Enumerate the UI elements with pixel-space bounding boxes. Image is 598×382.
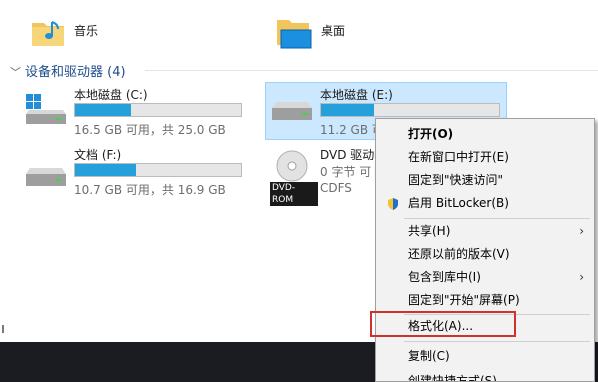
menu-item-pin-start[interactable]: 固定到"开始"屏幕(P) [376, 289, 594, 311]
drive-usage-fill [75, 104, 132, 116]
devices-section-header[interactable]: ﹀ 设备和驱动器 (4) [10, 61, 126, 80]
dvd-rom-label: DVD-ROM [270, 182, 318, 206]
menu-item-label: 复制(C) [408, 349, 450, 363]
menu-item-label: 打开(O) [408, 127, 454, 141]
menu-item-create-shortcut[interactable]: 创建快捷方式(S) [376, 370, 594, 381]
folder-item-desktop[interactable]: 桌面 [275, 10, 395, 50]
window-edge-marker [2, 325, 4, 333]
music-folder-icon [30, 14, 66, 53]
menu-item-copy[interactable]: 复制(C) [376, 345, 594, 367]
drive-usage-fill [75, 164, 137, 176]
windows-drive-icon [24, 94, 68, 133]
hard-drive-icon [24, 164, 68, 193]
drive-info: 16.5 GB 可用，共 25.0 GB [74, 123, 226, 137]
chevron-right-icon: › [579, 224, 584, 238]
drive-info: 10.7 GB 可用，共 16.9 GB [74, 183, 226, 197]
folder-label: 桌面 [321, 24, 346, 38]
menu-item-restore-versions[interactable]: 还原以前的版本(V) [376, 243, 594, 265]
section-divider [145, 70, 598, 71]
menu-item-share[interactable]: 共享(H) › [376, 220, 594, 242]
menu-item-pin-quick-access[interactable]: 固定到"快速访问" [376, 169, 594, 191]
menu-item-label: 包含到库中(I) [408, 270, 481, 284]
menu-item-label: 共享(H) [408, 224, 451, 238]
menu-separator [404, 341, 590, 342]
drive-name: 本地磁盘 (E:) [320, 88, 393, 102]
menu-item-open-new-window[interactable]: 在新窗口中打开(E) [376, 146, 594, 168]
chevron-down-icon: ﹀ [10, 66, 21, 79]
menu-item-label: 在新窗口中打开(E) [408, 150, 509, 164]
drive-name: 本地磁盘 (C:) [74, 88, 148, 102]
drive-f[interactable]: 文档 (F:) 10.7 GB 可用，共 16.9 GB [20, 144, 250, 200]
menu-item-label: 启用 BitLocker(B) [408, 196, 509, 210]
folder-label: 音乐 [74, 24, 99, 38]
drive-usage-bar [320, 103, 500, 117]
menu-item-label: 固定到"开始"屏幕(P) [408, 293, 520, 307]
format-highlight-box [370, 311, 516, 337]
section-title: 设备和驱动器 (4) [25, 65, 126, 80]
menu-item-label: 创建快捷方式(S) [408, 374, 497, 381]
menu-item-label: 还原以前的版本(V) [408, 247, 510, 261]
menu-item-include-library[interactable]: 包含到库中(I) › [376, 266, 594, 288]
chevron-right-icon: › [579, 270, 584, 284]
folder-item-music[interactable]: 音乐 [30, 10, 150, 50]
dvd-drive-icon: DVD-ROM [270, 148, 318, 206]
drive-info: 0 字节 可 [320, 165, 372, 179]
menu-item-bitlocker[interactable]: 启用 BitLocker(B) [376, 192, 594, 214]
drive-c[interactable]: 本地磁盘 (C:) 16.5 GB 可用，共 25.0 GB [20, 84, 250, 140]
menu-item-label: 固定到"快速访问" [408, 173, 504, 187]
drive-dvd[interactable]: DVD-ROM DVD 驱动器 0 字节 可 CDFS [268, 144, 386, 206]
drive-filesystem: CDFS [320, 181, 352, 195]
menu-separator [404, 218, 590, 219]
desktop-folder-icon [275, 14, 313, 53]
shield-icon [386, 196, 400, 218]
drive-usage-bar [74, 163, 242, 177]
drive-usage-bar [74, 103, 242, 117]
hard-drive-icon [270, 98, 314, 127]
drive-usage-fill [321, 104, 375, 116]
menu-item-open[interactable]: 打开(O) [376, 123, 594, 145]
context-menu: 打开(O) 在新窗口中打开(E) 固定到"快速访问" 启用 BitLocker(… [370, 118, 595, 382]
drive-name: 文档 (F:) [74, 148, 122, 162]
